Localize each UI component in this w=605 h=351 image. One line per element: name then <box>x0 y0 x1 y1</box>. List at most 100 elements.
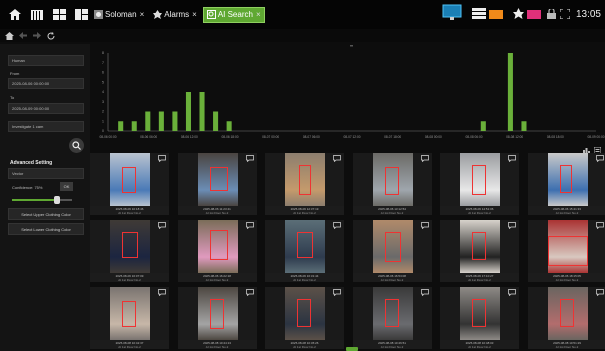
result-card[interactable]: 2025-08-08 10:45:26 AI 1st Floor No.2 <box>265 287 344 349</box>
result-thumbnail[interactable] <box>527 287 605 340</box>
histogram-bar <box>226 121 232 131</box>
upper-clothing-color-button[interactable]: Select Upper Clothing Color <box>8 208 84 220</box>
comment-icon[interactable] <box>158 289 166 296</box>
result-card[interactable]: 2025-08-06 12:37:19 AI 1st Floor No.2 <box>265 153 344 215</box>
result-card[interactable]: 2025-08-08 10:51:29 AI 1st Floor No.2 <box>527 287 605 349</box>
result-thumbnail[interactable] <box>90 220 169 273</box>
result-card[interactable]: 2025-08-06 16:07:09 AI 1st Floor No.2 <box>90 220 169 282</box>
detection-box <box>209 230 228 260</box>
detection-box <box>472 232 486 260</box>
result-thumbnail[interactable] <box>527 153 605 206</box>
category-select[interactable]: Human <box>8 55 84 66</box>
monitor-icon[interactable] <box>442 4 462 26</box>
lower-clothing-color-button[interactable]: Select Lower Clothing Color <box>8 223 84 235</box>
back-arrow-icon[interactable] <box>18 31 28 41</box>
comment-icon[interactable] <box>595 222 604 229</box>
confidence-slider-handle[interactable] <box>54 196 60 204</box>
result-card[interactable]: 2025-08-08 10:44:13 AI 1st Floor No.2 <box>177 287 257 349</box>
comment-icon[interactable] <box>595 289 604 296</box>
tab-ai-search-close-icon[interactable]: × <box>256 10 261 19</box>
result-thumbnail[interactable] <box>440 287 519 340</box>
server-icon[interactable] <box>471 6 486 24</box>
result-card[interactable]: 2025-08-06 16:31:44 AI 1st Floor No.2 <box>265 220 344 282</box>
result-card[interactable]: 2025-08-06 15:41:33 AI 1st Floor No.2 <box>527 153 605 215</box>
result-card[interactable]: 2025-08-06 14:51:06 AI 1st Floor No.2 <box>440 153 519 215</box>
result-thumbnail[interactable] <box>177 220 257 273</box>
comment-icon[interactable] <box>508 155 516 162</box>
from-date-input[interactable]: 2025-08-06 00:00:00 <box>8 78 84 89</box>
refresh-icon[interactable] <box>46 31 56 41</box>
result-thumbnail[interactable] <box>90 287 169 340</box>
comment-icon[interactable] <box>333 289 341 296</box>
confidence-slider[interactable] <box>12 196 72 204</box>
result-card[interactable]: 2025-08-06 13:12:54 AI 1st Floor No.2 <box>352 153 432 215</box>
comment-icon[interactable] <box>508 289 516 296</box>
result-camera-name: AI 1st Floor No.2 <box>205 211 229 215</box>
result-thumbnail[interactable] <box>177 287 257 340</box>
tab-ai-search[interactable]: AI Search × <box>202 6 265 23</box>
comment-icon[interactable] <box>158 222 166 229</box>
result-card[interactable]: 2025-08-08 10:42:37 AI 1st Floor No.2 <box>90 287 169 349</box>
layout-grid-icon[interactable] <box>52 8 66 22</box>
detection-box <box>297 299 311 327</box>
comment-icon[interactable] <box>508 222 516 229</box>
alarm-status-icon[interactable] <box>512 6 524 24</box>
page-indicator[interactable] <box>346 347 358 351</box>
result-thumbnail[interactable] <box>352 153 432 206</box>
tab-soloman[interactable]: Soloman × <box>91 7 147 23</box>
result-card[interactable]: 2025-08-06 16:22:18 AI 1st Floor No.2 <box>177 220 257 282</box>
mode-select[interactable]: Vector <box>8 168 84 179</box>
nav-home-icon[interactable] <box>4 31 14 41</box>
result-camera-name: AI 1st Floor No.2 <box>293 278 316 282</box>
x-tick-label: 08-07 18:00 <box>384 135 401 139</box>
investigate-camera-select[interactable]: Investigate 1 cam <box>8 121 84 132</box>
detection-box <box>547 236 588 266</box>
to-date-input[interactable]: 2025-08-09 00:00:00 <box>8 103 84 114</box>
result-thumbnail[interactable] <box>90 153 169 206</box>
from-label: From <box>10 71 20 76</box>
result-card[interactable]: 2025-08-08 10:48:03 AI 1st Floor No.2 <box>440 287 519 349</box>
result-thumbnail[interactable] <box>440 220 519 273</box>
comment-icon[interactable] <box>333 222 341 229</box>
library-icon[interactable] <box>30 8 44 22</box>
layout-split-icon[interactable] <box>74 8 88 22</box>
record-status-icon[interactable] <box>526 6 541 24</box>
result-thumbnail[interactable] <box>265 220 344 273</box>
search-button[interactable] <box>69 138 84 153</box>
result-thumbnail[interactable] <box>440 153 519 206</box>
comment-icon[interactable] <box>245 289 254 296</box>
tab-soloman-close-icon[interactable]: × <box>140 10 145 19</box>
result-thumbnail[interactable] <box>265 287 344 340</box>
result-card[interactable]: 2025-08-06 11:23:41 AI 1st Floor No.2 <box>177 153 257 215</box>
result-card[interactable]: 2025-08-06 17:10:27 AI 1st Floor No.2 <box>440 220 519 282</box>
comment-icon[interactable] <box>420 289 429 296</box>
result-thumbnail[interactable] <box>265 153 344 206</box>
comment-icon[interactable] <box>245 155 254 162</box>
fullscreen-icon[interactable] <box>559 6 571 24</box>
tab-alarms-close-icon[interactable]: × <box>192 10 197 19</box>
result-card[interactable]: 2025-08-06 18:15:05 AI 1st Floor No.2 <box>527 220 605 282</box>
result-thumbnail[interactable] <box>352 220 432 273</box>
result-card[interactable]: 2025-08-06 10:18:46 AI 1st Floor No.2 <box>90 153 169 215</box>
detection-box <box>209 167 228 191</box>
result-thumbnail[interactable] <box>352 287 432 340</box>
result-thumbnail[interactable] <box>527 220 605 273</box>
tab-alarms[interactable]: Alarms × <box>150 7 200 23</box>
forward-arrow-icon[interactable] <box>32 31 42 41</box>
comment-icon[interactable] <box>245 222 254 229</box>
comment-icon[interactable] <box>595 155 604 162</box>
y-tick-label: 4 <box>102 90 104 94</box>
comment-icon[interactable] <box>333 155 341 162</box>
histogram-bar <box>172 111 178 131</box>
result-card[interactable]: 2025-08-06 16:53:08 AI 1st Floor No.2 <box>352 220 432 282</box>
storage-warning-icon[interactable] <box>488 6 503 24</box>
result-card[interactable]: 2025-08-08 10:46:51 AI 1st Floor No.2 <box>352 287 432 349</box>
result-thumbnail[interactable] <box>177 153 257 206</box>
comment-icon[interactable] <box>158 155 166 162</box>
comment-icon[interactable] <box>420 222 429 229</box>
confidence-ok-button[interactable]: OK <box>60 182 73 191</box>
home-icon[interactable] <box>8 8 22 22</box>
comment-icon[interactable] <box>420 155 429 162</box>
x-tick-label: 08-08 00:00 <box>425 135 442 139</box>
lock-icon[interactable] <box>546 6 556 24</box>
